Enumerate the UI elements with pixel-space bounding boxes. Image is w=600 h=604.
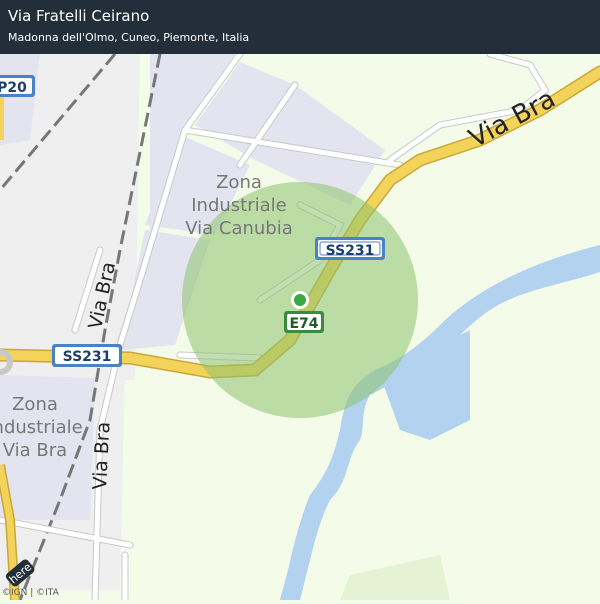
shield-e74: E74	[284, 311, 324, 333]
svg-text:SS231: SS231	[63, 349, 112, 365]
location-subtitle: Madonna dell'Olmo, Cuneo, Piemonte, Ital…	[8, 31, 250, 44]
location-title: Via Fratelli Ceirano	[8, 7, 150, 25]
map-attribution: ©IGN | ©ITA	[2, 588, 59, 598]
road-label-via-bra-vertical: Via Bra	[89, 421, 115, 490]
svg-text:P20: P20	[0, 80, 27, 96]
shield-p20: P20	[0, 75, 35, 97]
svg-text:Zona: Zona	[216, 172, 262, 193]
svg-text:SS231: SS231	[326, 243, 375, 259]
svg-text:Zona: Zona	[12, 394, 58, 415]
svg-text:Industriale: Industriale	[191, 195, 287, 216]
map-canvas[interactable]: Zona Industriale Via Canubia Zona Indust…	[0, 0, 600, 604]
location-header: Via Fratelli Ceirano Madonna dell'Olmo, …	[0, 0, 600, 54]
svg-text:Industriale: Industriale	[0, 417, 83, 438]
svg-text:Via Canubia: Via Canubia	[185, 218, 293, 239]
svg-text:Via Bra: Via Bra	[3, 440, 67, 461]
shield-ss231-upper: SS231	[315, 237, 385, 260]
svg-text:E74: E74	[289, 316, 318, 332]
shield-ss231-lower: SS231	[52, 344, 122, 367]
